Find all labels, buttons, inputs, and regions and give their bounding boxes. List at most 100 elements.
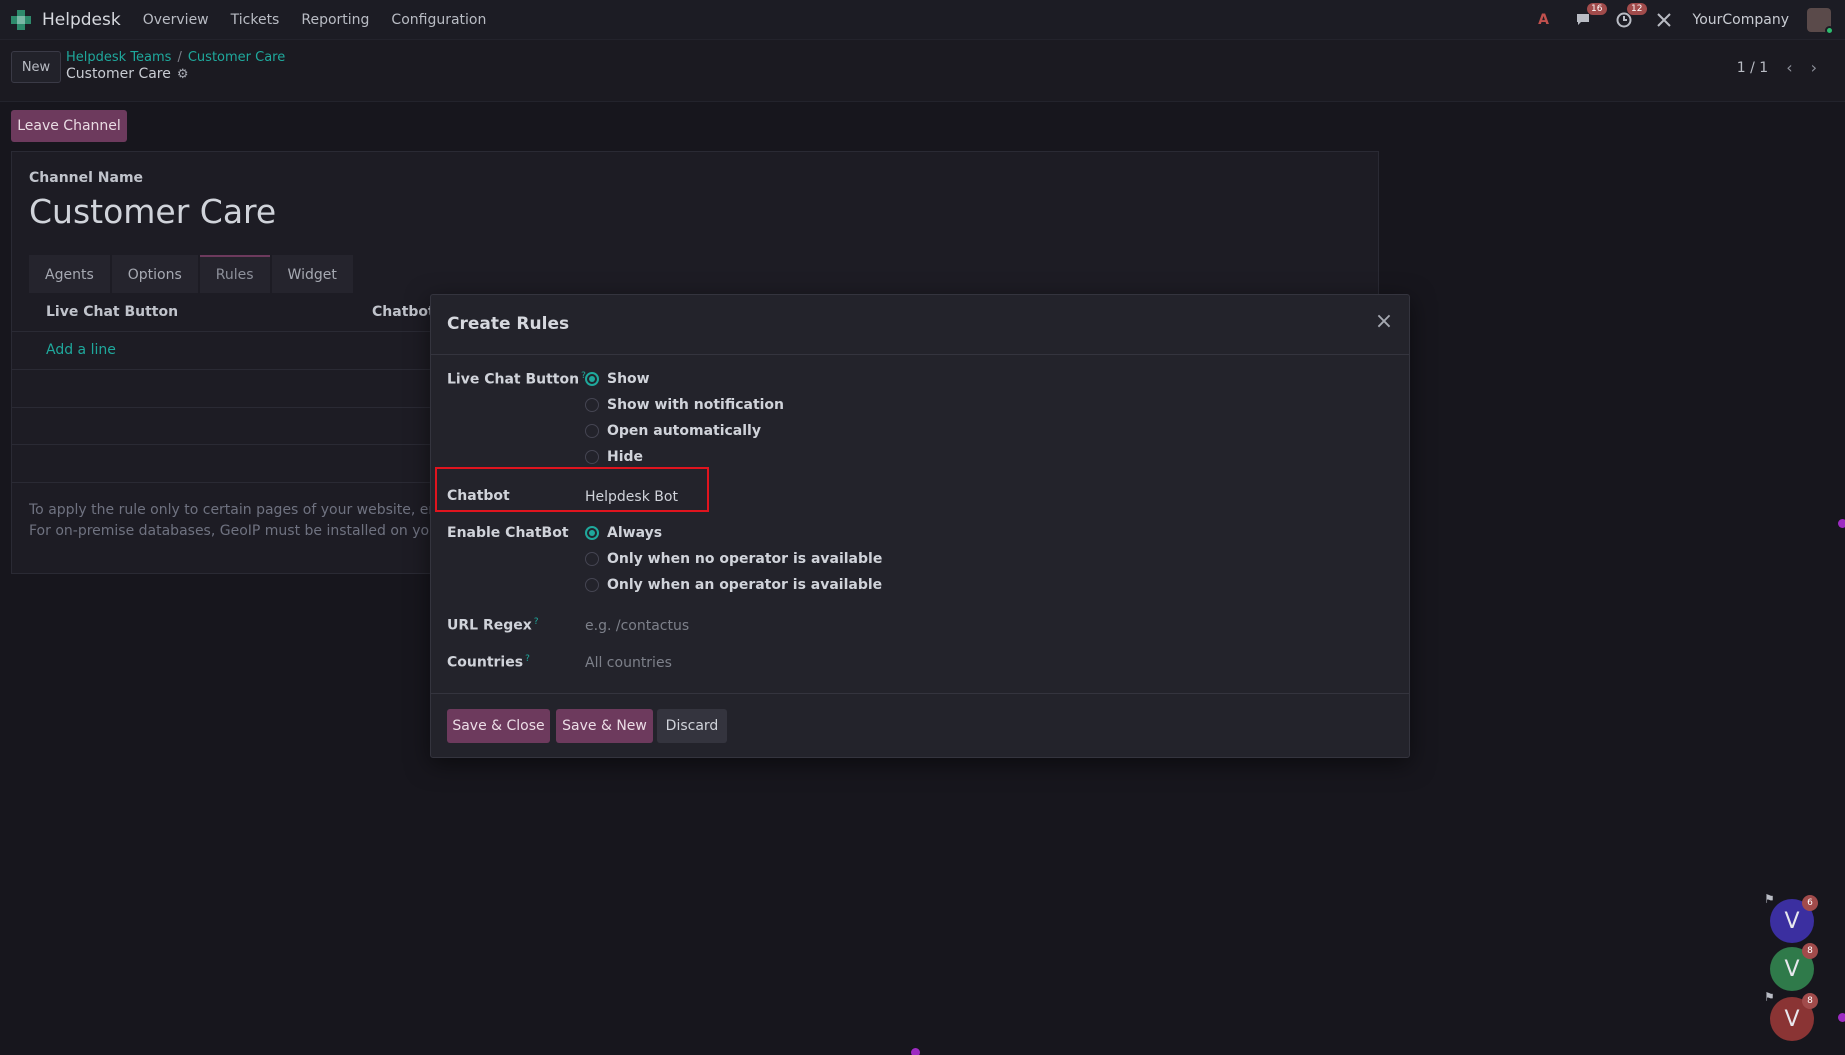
row-divider <box>12 369 432 370</box>
discard-button[interactable]: Discard <box>657 709 727 743</box>
breadcrumb: Helpdesk Teams / Customer Care <box>66 50 285 65</box>
radio-show-with-notification[interactable]: Show with notification <box>585 397 784 413</box>
radio-no-operator-available[interactable]: Only when no operator is available <box>585 551 882 567</box>
close-icon[interactable]: × <box>1373 311 1395 333</box>
save-close-button[interactable]: Save & Close <box>447 709 550 743</box>
radio-operator-available[interactable]: Only when an operator is available <box>585 577 882 593</box>
tab-options[interactable]: Options <box>111 255 198 293</box>
radio-always[interactable]: Always <box>585 525 662 541</box>
countries-input[interactable]: All countries <box>585 655 672 671</box>
top-navbar: Helpdesk Overview Tickets Reporting Conf… <box>0 0 1845 40</box>
live-chat-button-label: Live Chat Button? <box>447 371 586 388</box>
radio-label[interactable]: Only when an operator is available <box>607 577 882 593</box>
row-divider <box>12 444 432 445</box>
radio-show[interactable]: Show <box>585 371 650 387</box>
radio-label[interactable]: Hide <box>607 449 643 465</box>
radio-hide[interactable]: Hide <box>585 449 643 465</box>
user-avatar[interactable] <box>1807 8 1834 35</box>
new-button[interactable]: New <box>11 51 61 83</box>
radio-label[interactable]: Show <box>607 371 650 387</box>
company-switcher[interactable]: YourCompany <box>1693 12 1790 28</box>
help-tooltip-icon[interactable]: ? <box>534 617 539 627</box>
flag-icon: ⚑ <box>1764 892 1775 906</box>
radio-label[interactable]: Always <box>607 525 662 541</box>
activities-count-badge: 12 <box>1627 3 1647 15</box>
menu-overview[interactable]: Overview <box>143 12 209 28</box>
url-regex-label-text: URL Regex <box>447 617 532 634</box>
debug-tools-icon[interactable] <box>1653 9 1675 31</box>
save-new-button[interactable]: Save & New <box>556 709 653 743</box>
help-text-line: To apply the rule only to certain pages … <box>29 502 439 518</box>
chat-count-badge: 6 <box>1802 895 1818 911</box>
flag-icon: ⚑ <box>1764 990 1775 1004</box>
pager-value[interactable]: 1 / 1 <box>1737 60 1768 76</box>
radio-checked-icon[interactable] <box>585 372 599 386</box>
dialog-footer: Save & Close Save & New Discard <box>431 693 1409 759</box>
url-regex-label: URL Regex? <box>447 617 539 634</box>
app-name[interactable]: Helpdesk <box>42 10 121 30</box>
pager-next-icon[interactable]: › <box>1811 58 1817 77</box>
radio-unchecked-icon[interactable] <box>585 424 599 438</box>
channel-name-field[interactable]: Customer Care <box>29 192 276 231</box>
chat-bubble[interactable]: V 8 <box>1770 993 1818 1041</box>
breadcrumb-separator: / <box>177 50 182 65</box>
chat-bubble-letter: V <box>1784 956 1800 982</box>
edge-indicator-dot <box>1838 519 1845 528</box>
record-title-text: Customer Care <box>66 66 171 82</box>
rules-help-text: To apply the rule only to certain pages … <box>29 500 439 542</box>
radio-open-automatically[interactable]: Open automatically <box>585 423 761 439</box>
countries-label-text: Countries <box>447 654 524 671</box>
url-regex-input[interactable]: e.g. /contactus <box>585 618 689 634</box>
pager-previous-icon[interactable]: ‹ <box>1786 58 1792 77</box>
messages-icon[interactable]: 16 <box>1573 3 1607 31</box>
channel-name-label: Channel Name <box>29 170 144 186</box>
tab-rules[interactable]: Rules <box>199 255 270 293</box>
chat-bubble[interactable]: V 8 <box>1770 943 1818 991</box>
radio-unchecked-icon[interactable] <box>585 552 599 566</box>
dialog-title: Create Rules <box>447 314 570 334</box>
radio-unchecked-icon[interactable] <box>585 398 599 412</box>
tab-widget[interactable]: Widget <box>271 255 353 293</box>
radio-checked-icon[interactable] <box>585 526 599 540</box>
help-text-line: For on-premise databases, GeoIP must be … <box>29 523 439 539</box>
row-divider <box>12 482 432 483</box>
radio-label[interactable]: Show with notification <box>607 397 784 413</box>
countries-label: Countries? <box>447 654 530 671</box>
enable-chatbot-label: Enable ChatBot <box>447 525 569 541</box>
column-chatbot[interactable]: Chatbot <box>372 304 435 320</box>
radio-label[interactable]: Only when no operator is available <box>607 551 882 567</box>
row-divider <box>12 407 432 408</box>
column-live-chat-button[interactable]: Live Chat Button <box>46 304 178 320</box>
notebook-tabs: Agents Options Rules Widget <box>29 255 355 293</box>
dialog-header: Create Rules × <box>431 295 1409 355</box>
radio-label[interactable]: Open automatically <box>607 423 761 439</box>
help-tooltip-icon[interactable]: ? <box>525 654 530 664</box>
menu-configuration[interactable]: Configuration <box>391 12 486 28</box>
control-panel: New Helpdesk Teams / Customer Care Custome… <box>0 40 1845 102</box>
activities-clock-icon[interactable]: 12 <box>1613 3 1647 31</box>
radio-unchecked-icon[interactable] <box>585 450 599 464</box>
gear-icon[interactable]: ⚙ <box>177 67 189 82</box>
tab-agents[interactable]: Agents <box>29 255 110 293</box>
ai-icon[interactable]: A <box>1533 9 1555 31</box>
edge-indicator-dot <box>911 1048 920 1055</box>
menu-tickets[interactable]: Tickets <box>231 12 280 28</box>
menu-reporting[interactable]: Reporting <box>301 12 369 28</box>
breadcrumb-helpdesk-teams[interactable]: Helpdesk Teams <box>66 50 171 65</box>
chatbot-field[interactable]: Helpdesk Bot <box>585 489 678 505</box>
breadcrumb-customer-care[interactable]: Customer Care <box>188 50 285 65</box>
pager: 1 / 1 ‹ › <box>1737 58 1817 77</box>
chatbot-label: Chatbot <box>447 488 510 504</box>
record-title: Customer Care ⚙ <box>66 66 189 82</box>
chat-bubble-letter: V <box>1784 1006 1800 1032</box>
chat-count-badge: 8 <box>1802 993 1818 1009</box>
helpdesk-logo-icon[interactable] <box>10 9 32 31</box>
online-status-dot <box>1825 26 1834 35</box>
edge-indicator-dot <box>1838 1013 1845 1022</box>
add-line-link[interactable]: Add a line <box>46 342 116 358</box>
rules-list-header: Live Chat Button Chatbot <box>12 295 435 332</box>
systray: A 16 12 YourCompany <box>1533 0 1834 40</box>
leave-channel-button[interactable]: Leave Channel <box>11 110 127 142</box>
chat-bubble[interactable]: V 6 <box>1770 895 1818 943</box>
radio-unchecked-icon[interactable] <box>585 578 599 592</box>
